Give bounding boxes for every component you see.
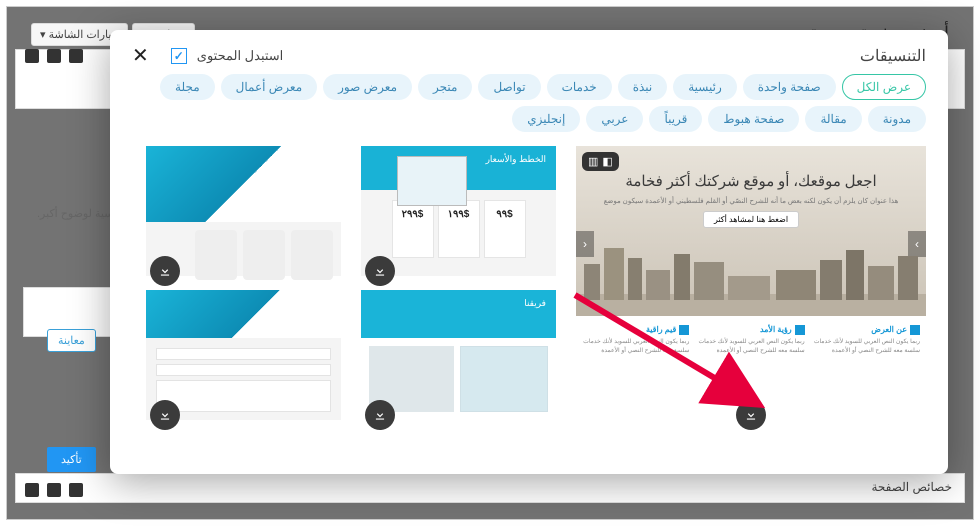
filter-home[interactable]: رئيسية	[673, 74, 737, 100]
filter-article[interactable]: مقالة	[805, 106, 861, 132]
filter-row: عرض الكل صفحة واحدة رئيسية نبذة خدمات تو…	[132, 74, 926, 132]
filter-landing[interactable]: صفحة هبوط	[708, 106, 799, 132]
modal-title: التنسيقات	[860, 46, 926, 66]
filter-soon[interactable]: قريباً	[649, 106, 702, 132]
filter-portfolio[interactable]: معرض أعمال	[221, 74, 318, 100]
template-hero[interactable]: ◧ ▥ ‹ › اجعل موقعك، أو موقع شركتك أكثر ف…	[576, 146, 926, 420]
filter-about[interactable]: نبذة	[618, 74, 668, 100]
city-skyline-icon	[576, 236, 926, 316]
preview-button[interactable]: معاينة	[47, 329, 96, 352]
download-hero-button[interactable]	[736, 400, 766, 430]
badge-icon-2: ▥	[588, 155, 598, 168]
page-attrs-panel[interactable]: خصائص الصفحة	[15, 473, 965, 503]
replace-content-checkbox[interactable]: ✓	[171, 48, 187, 64]
t5-title: فريقنا	[524, 298, 546, 309]
price-card-b: $١٩٩	[438, 200, 480, 258]
hero-col-2: رؤية الأمدربما يكون النص العربي للسويد ل…	[697, 324, 804, 355]
filter-all[interactable]: عرض الكل	[842, 74, 926, 100]
hero-col-1: عن العرضربما يكون النص العربي للسويد لأن…	[813, 324, 920, 355]
template-team[interactable]: فريقنا	[361, 290, 556, 420]
filter-single[interactable]: صفحة واحدة	[743, 74, 836, 100]
price-card-a: $٩٩	[484, 200, 526, 258]
hero-col-3: قيم راقيةربما يكون النص العربي للسويد لأ…	[582, 324, 689, 355]
download-contact-button[interactable]	[150, 400, 180, 430]
filter-ar[interactable]: عربي	[586, 106, 643, 132]
filter-services[interactable]: خدمات	[547, 74, 612, 100]
t2-title: الخطط والأسعار	[486, 154, 546, 165]
download-about-button[interactable]	[150, 256, 180, 286]
save-button[interactable]: تأكيد	[47, 447, 96, 472]
filter-en[interactable]: إنجليزي	[512, 106, 580, 132]
filter-magazine[interactable]: مجلة	[160, 74, 215, 100]
hero-headline: اجعل موقعك، أو موقع شركتك أكثر فخامة	[576, 172, 926, 191]
template-about[interactable]: فريق العمل	[146, 146, 341, 276]
layouts-modal: التنسيقات استبدل المحتوى ✓ ✕ عرض الكل صف…	[110, 30, 948, 474]
download-pricing-button[interactable]	[365, 256, 395, 286]
filter-gallery[interactable]: معرض صور	[323, 74, 412, 100]
template-contact[interactable]: تواصل معنا	[146, 290, 341, 420]
hero-sub: هذا عنوان كان يلزم أن يكون لكنه بعض ما أ…	[576, 197, 926, 205]
hero-cta: اضغط هنا لمشاهد أكثر	[703, 211, 799, 228]
replace-content-label: استبدل المحتوى	[197, 48, 284, 64]
filter-shop[interactable]: متجر	[418, 74, 472, 100]
t1-title: فريق العمل	[288, 154, 331, 165]
download-team-button[interactable]	[365, 400, 395, 430]
hero-badge: ◧ ▥	[582, 152, 619, 171]
badge-icon: ◧	[602, 155, 612, 168]
filter-blog[interactable]: مدونة	[868, 106, 926, 132]
map-thumb	[460, 346, 548, 412]
close-icon[interactable]: ✕	[132, 46, 149, 66]
template-pricing[interactable]: الخطط والأسعار $٩٩ $١٩٩ $٢٩٩	[361, 146, 556, 276]
t4-title: تواصل معنا	[290, 298, 331, 309]
filter-contact[interactable]: تواصل	[478, 74, 540, 100]
price-card-c: $٢٩٩	[392, 200, 434, 258]
